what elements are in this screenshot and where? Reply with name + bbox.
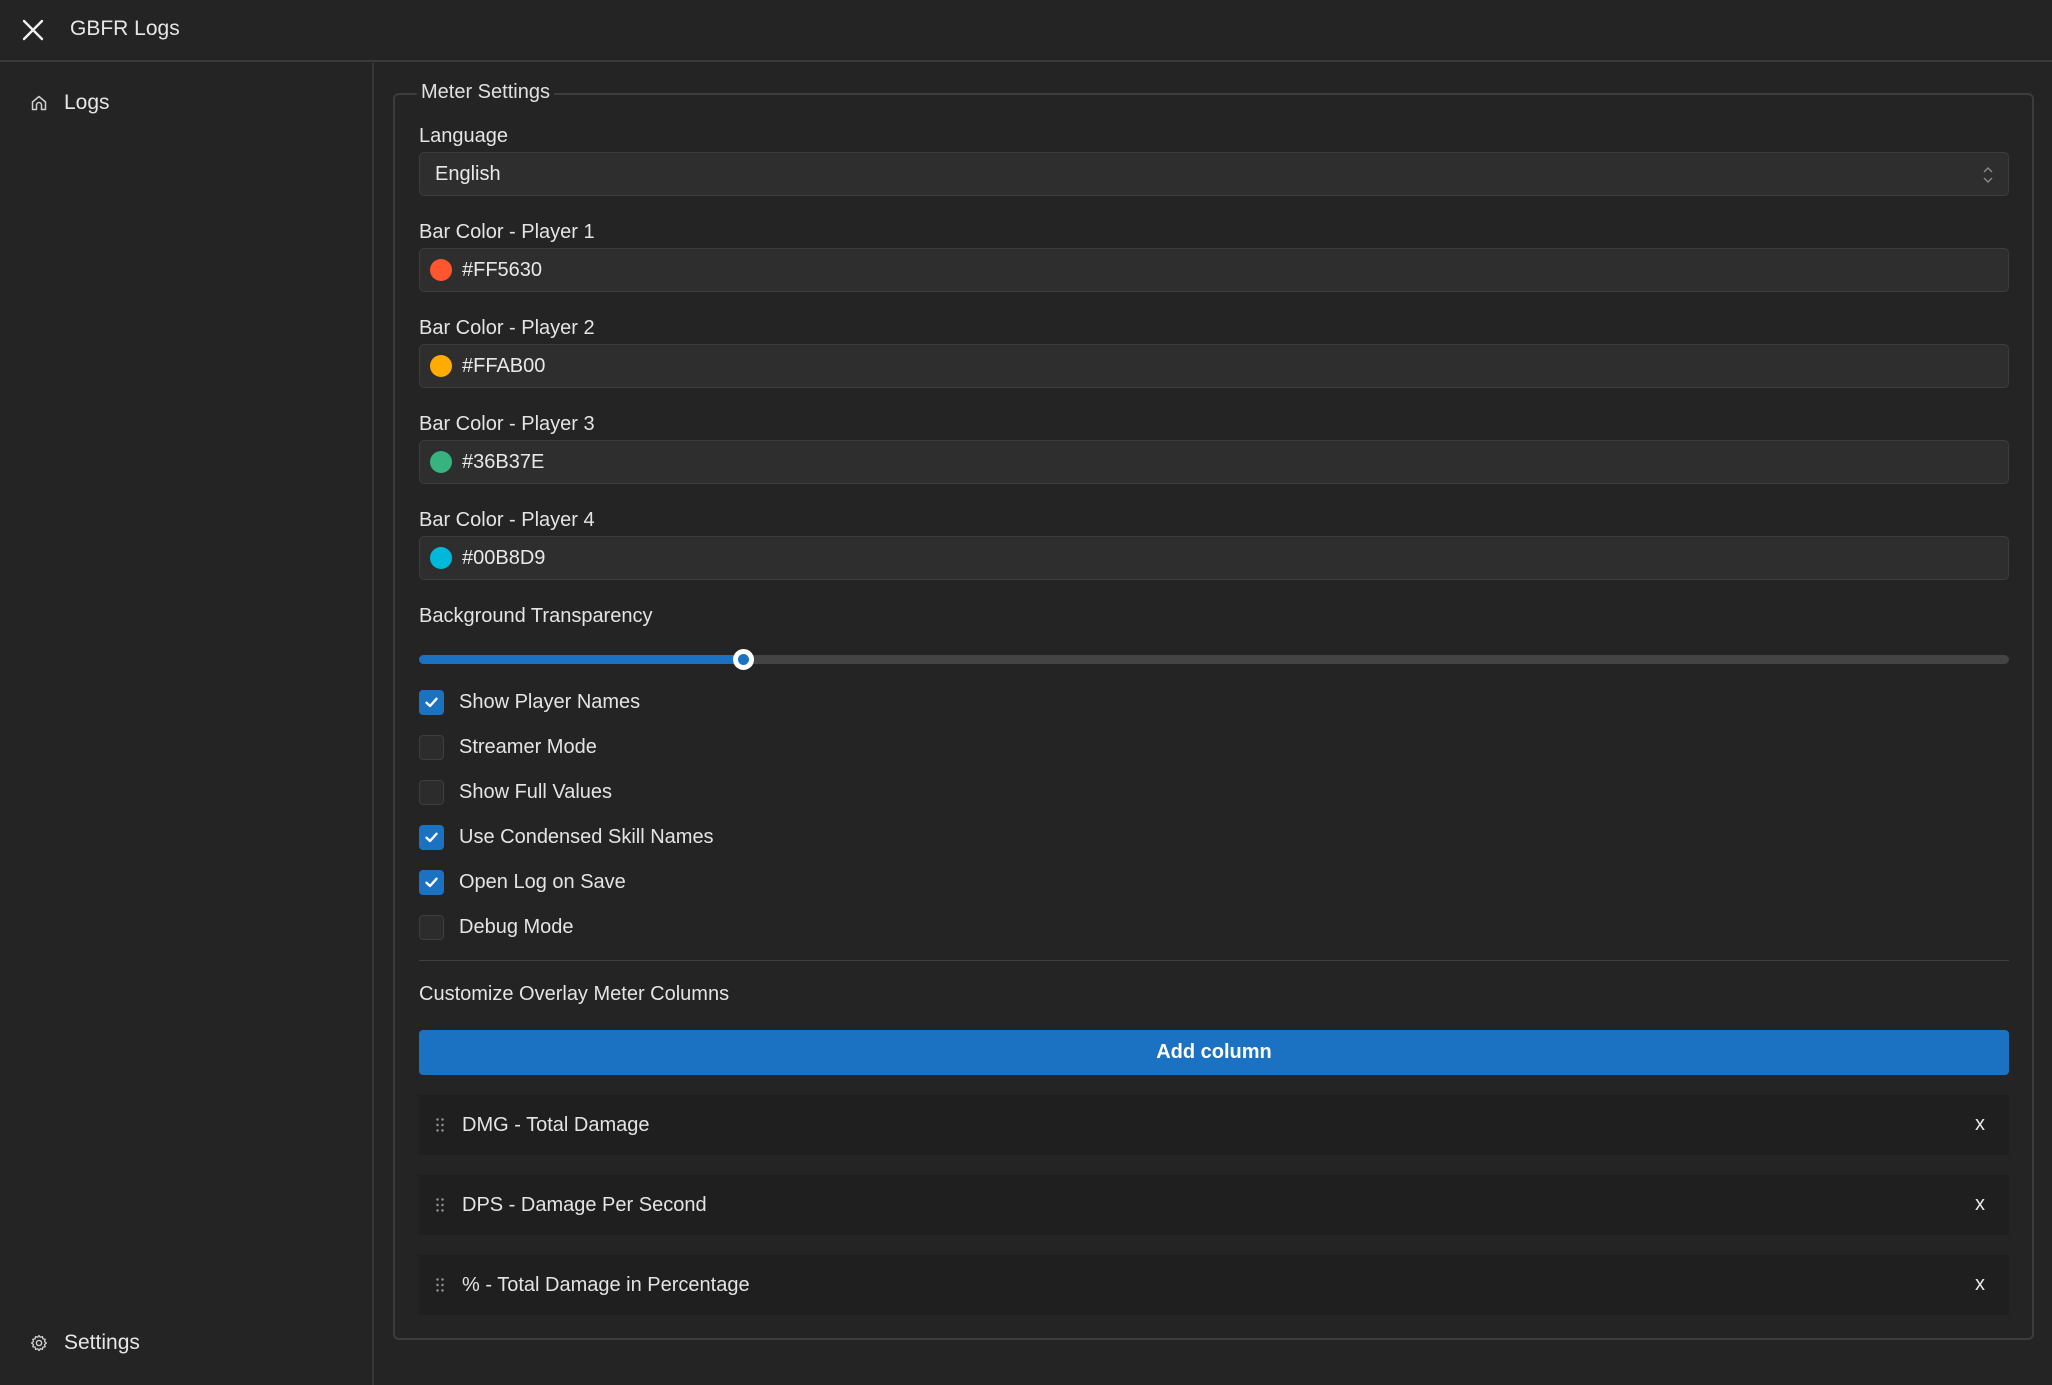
remove-column-button[interactable]: x <box>1975 1113 1985 1136</box>
app-title: GBFR Logs <box>70 17 180 40</box>
checkbox[interactable] <box>419 689 444 715</box>
toggle-label: Show Player Names <box>459 690 641 713</box>
toggle-show-full-values[interactable]: Show Full Values <box>419 779 612 805</box>
sidebar: Logs Settings <box>0 63 374 1385</box>
toggle-label: Use Condensed Skill Names <box>459 825 714 848</box>
chevron-up-down-icon <box>1983 167 1993 183</box>
home-icon <box>31 95 47 111</box>
checkbox[interactable] <box>419 869 444 895</box>
column-item[interactable]: % - Total Damage in Percentage x <box>419 1255 2009 1315</box>
sidebar-item-settings[interactable]: Settings <box>30 1331 140 1355</box>
slider-fill <box>419 655 744 664</box>
gear-icon <box>30 1334 48 1352</box>
drag-handle-icon[interactable] <box>435 1197 445 1213</box>
column-label: DMG - Total Damage <box>462 1113 650 1136</box>
column-label: % - Total Damage in Percentage <box>462 1273 750 1296</box>
checkbox[interactable] <box>419 824 444 850</box>
remove-column-button[interactable]: x <box>1975 1193 1985 1216</box>
close-icon <box>22 19 44 41</box>
player2-color-input[interactable]: #FFAB00 <box>419 344 2009 388</box>
toggle-label: Show Full Values <box>459 780 613 803</box>
close-button[interactable] <box>20 17 46 43</box>
toggle-use-condensed-skill-names[interactable]: Use Condensed Skill Names <box>419 824 714 850</box>
toggle-label: Streamer Mode <box>459 735 597 758</box>
title-bar: GBFR Logs <box>0 0 2052 62</box>
player3-color-label: Bar Color - Player 3 <box>419 413 595 435</box>
transparency-slider[interactable] <box>419 649 2009 670</box>
player2-color-label: Bar Color - Player 2 <box>419 317 595 339</box>
toggle-streamer-mode[interactable]: Streamer Mode <box>419 734 597 760</box>
color-value: #36B37E <box>462 450 545 473</box>
settings-page: Meter Settings Language English Bar Colo… <box>376 63 2052 1385</box>
divider <box>419 960 2009 961</box>
toggle-label: Open Log on Save <box>459 870 626 893</box>
section-title: Meter Settings <box>417 81 554 104</box>
language-select[interactable]: English <box>419 152 2009 196</box>
checkbox[interactable] <box>419 779 444 805</box>
checkmark-icon <box>425 697 438 707</box>
color-swatch[interactable] <box>430 451 452 473</box>
color-value: #FFAB00 <box>462 354 546 377</box>
color-value: #00B8D9 <box>462 546 546 569</box>
language-label: Language <box>419 125 508 147</box>
drag-handle-icon[interactable] <box>435 1277 445 1293</box>
toggle-open-log-on-save[interactable]: Open Log on Save <box>419 869 626 895</box>
sidebar-item-logs[interactable]: Logs <box>30 91 110 115</box>
color-swatch[interactable] <box>430 355 452 377</box>
remove-column-button[interactable]: x <box>1975 1273 1985 1296</box>
toggle-label: Debug Mode <box>459 915 574 938</box>
checkbox[interactable] <box>419 734 444 760</box>
column-item[interactable]: DMG - Total Damage x <box>419 1095 2009 1155</box>
sidebar-item-label: Logs <box>64 91 110 114</box>
language-value: English <box>435 162 501 185</box>
column-item[interactable]: DPS - Damage Per Second x <box>419 1175 2009 1235</box>
checkbox[interactable] <box>419 914 444 940</box>
sidebar-item-label: Settings <box>64 1331 140 1354</box>
player4-color-label: Bar Color - Player 4 <box>419 509 595 531</box>
toggle-debug-mode[interactable]: Debug Mode <box>419 914 574 940</box>
color-value: #FF5630 <box>462 258 543 281</box>
toggle-show-player-names[interactable]: Show Player Names <box>419 689 640 715</box>
columns-label: Customize Overlay Meter Columns <box>419 983 730 1005</box>
add-column-button[interactable]: Add column <box>419 1030 2009 1075</box>
player1-color-input[interactable]: #FF5630 <box>419 248 2009 292</box>
slider-thumb[interactable] <box>733 649 755 670</box>
drag-handle-icon[interactable] <box>435 1117 445 1133</box>
column-label: DPS - Damage Per Second <box>462 1193 707 1216</box>
player4-color-input[interactable]: #00B8D9 <box>419 536 2009 580</box>
color-swatch[interactable] <box>430 547 452 569</box>
checkmark-icon <box>425 877 438 887</box>
checkmark-icon <box>425 832 438 842</box>
player3-color-input[interactable]: #36B37E <box>419 440 2009 484</box>
color-swatch[interactable] <box>430 259 452 281</box>
player1-color-label: Bar Color - Player 1 <box>419 221 595 243</box>
transparency-label: Background Transparency <box>419 605 653 627</box>
